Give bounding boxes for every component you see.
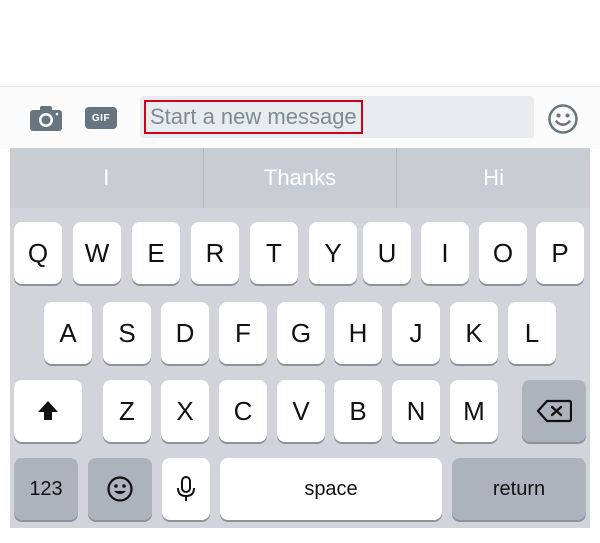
key-s[interactable]: S: [103, 302, 151, 364]
key-q[interactable]: Q: [14, 222, 62, 284]
key-m[interactable]: M: [450, 380, 498, 442]
key-o[interactable]: O: [479, 222, 527, 284]
shift-icon: [38, 401, 58, 420]
key-h[interactable]: H: [334, 302, 382, 364]
key-z[interactable]: Z: [103, 380, 151, 442]
emoji-keyboard-icon: [107, 476, 133, 502]
key-e[interactable]: E: [132, 222, 180, 284]
gif-icon: GIF: [85, 107, 117, 129]
key-v[interactable]: V: [277, 380, 325, 442]
microphone-icon: [177, 476, 195, 501]
camera-button[interactable]: [27, 103, 65, 133]
emoji-keyboard-key[interactable]: [88, 458, 152, 520]
numbers-key[interactable]: 123: [14, 458, 78, 520]
camera-icon: [30, 106, 62, 131]
key-w[interactable]: W: [73, 222, 121, 284]
key-t[interactable]: T: [250, 222, 298, 284]
backspace-icon: [536, 399, 572, 423]
key-x[interactable]: X: [161, 380, 209, 442]
screen: GIF Start a new message I Thanks Hi Q W …: [0, 0, 600, 543]
shift-key[interactable]: [14, 380, 82, 442]
key-b[interactable]: B: [334, 380, 382, 442]
dictation-key[interactable]: [162, 458, 210, 520]
message-input[interactable]: Start a new message: [140, 96, 534, 138]
space-key[interactable]: space: [220, 458, 442, 520]
key-y[interactable]: Y: [309, 222, 357, 284]
key-d[interactable]: D: [161, 302, 209, 364]
key-n[interactable]: N: [392, 380, 440, 442]
suggestion-bar: I Thanks Hi: [10, 148, 590, 208]
keyboard: I Thanks Hi Q W E R T Y U I O P A S D F …: [10, 148, 590, 528]
key-g[interactable]: G: [277, 302, 325, 364]
message-placeholder: Start a new message: [144, 100, 363, 134]
key-k[interactable]: K: [450, 302, 498, 364]
suggestion-item[interactable]: Hi: [396, 148, 590, 208]
key-f[interactable]: F: [219, 302, 267, 364]
emoji-button[interactable]: [545, 101, 581, 137]
backspace-key[interactable]: [522, 380, 586, 442]
key-c[interactable]: C: [219, 380, 267, 442]
key-r[interactable]: R: [191, 222, 239, 284]
suggestion-item[interactable]: I: [10, 148, 203, 208]
key-a[interactable]: A: [44, 302, 92, 364]
key-l[interactable]: L: [508, 302, 556, 364]
key-j[interactable]: J: [392, 302, 440, 364]
key-u[interactable]: U: [363, 222, 411, 284]
return-key[interactable]: return: [452, 458, 586, 520]
key-p[interactable]: P: [536, 222, 584, 284]
key-i[interactable]: I: [421, 222, 469, 284]
gif-button[interactable]: GIF: [84, 106, 118, 130]
smiley-icon: [548, 104, 578, 134]
message-composer: GIF Start a new message: [0, 86, 600, 149]
suggestion-item[interactable]: Thanks: [202, 148, 397, 208]
